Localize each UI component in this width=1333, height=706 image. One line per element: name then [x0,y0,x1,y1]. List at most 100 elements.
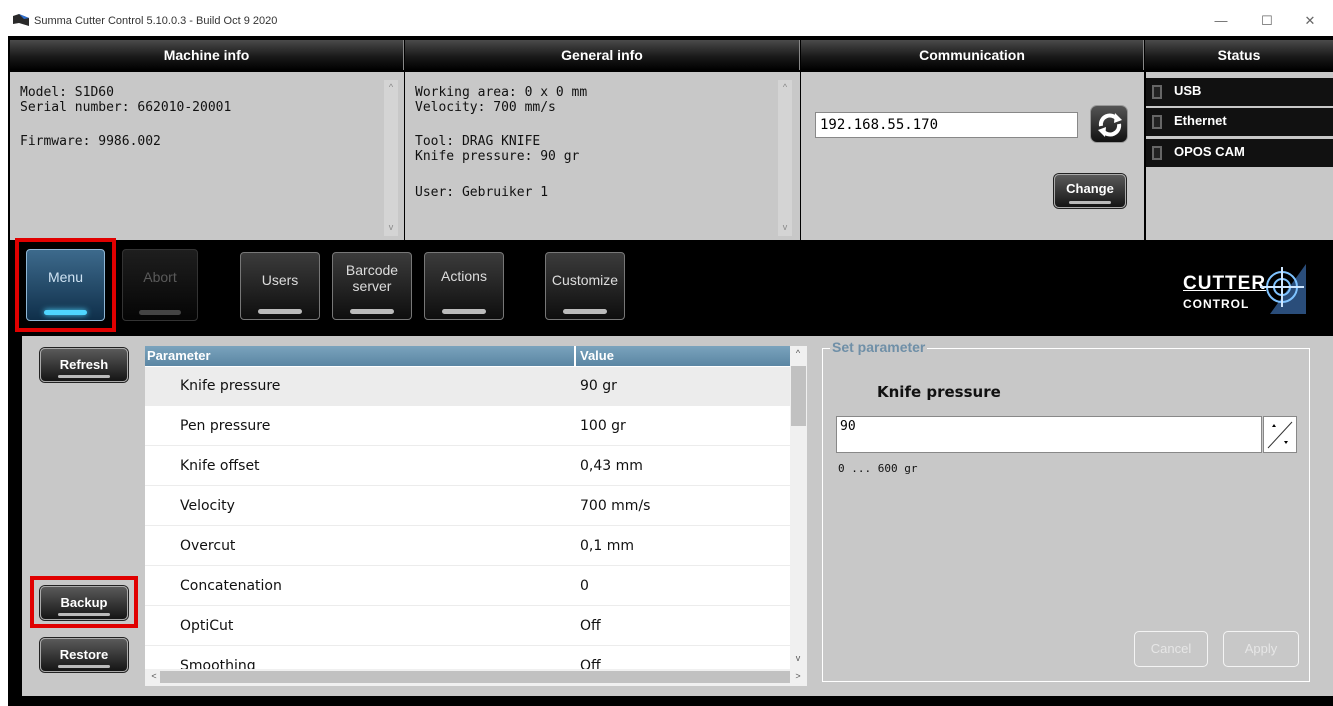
app-logo-icon [13,14,29,26]
status-usb: USB [1146,78,1333,106]
customize-label: Customize [551,272,619,288]
barcode-indicator [350,309,394,314]
barcode-server-button[interactable]: Barcode server [328,248,416,324]
scroll-up-icon[interactable]: ^ [384,82,398,92]
communication-panel [801,72,1144,240]
opos-cam-led-icon [1152,146,1162,160]
ip-address-input[interactable] [815,112,1078,138]
cancel-button[interactable]: Cancel [1134,631,1208,667]
actions-label: Actions [441,268,487,284]
table-row[interactable]: Pen pressure 100 gr [145,407,790,446]
scroll-up-icon[interactable]: ^ [791,348,805,358]
restore-button[interactable]: Restore [40,638,128,672]
users-indicator [258,309,302,314]
restore-button-label: Restore [59,647,109,662]
parameter-cell: OptiCut [180,618,234,634]
refresh-icon [1098,113,1122,137]
menu-indicator [43,310,88,315]
knife-pressure-info: Knife pressure: 90 gr [415,149,580,164]
value-cell: Off [580,618,601,634]
window-title: Summa Cutter Control 5.10.0.3 - Build Oc… [34,15,278,27]
machine-serial: Serial number: 662010-20001 [20,100,232,115]
scroll-up-icon[interactable]: ^ [778,82,792,92]
value-cell: 0 [580,578,589,594]
working-area: Working area: 0 x 0 mm [415,85,588,100]
toolbar [8,240,1333,336]
machine-firmware: Firmware: 9986.002 [20,134,161,149]
value-cell: Off [580,658,601,669]
usb-led-icon [1152,85,1162,99]
table-row[interactable]: Velocity 700 mm/s [145,487,790,526]
set-parameter-legend: Set parameter [830,339,928,355]
value-cell: 90 gr [580,378,617,394]
machine-model: Model: S1D60 [20,85,114,100]
backup-button-label: Backup [60,595,108,610]
status-ethernet-label: Ethernet [1174,113,1227,128]
parameter-cell: Pen pressure [180,418,271,434]
users-button[interactable]: Users [236,248,324,324]
table-hscroll-thumb[interactable] [160,671,790,683]
scroll-down-icon[interactable]: v [778,222,792,232]
status-usb-label: USB [1174,83,1202,98]
actions-button[interactable]: Actions [420,248,508,324]
change-button[interactable]: Change [1054,174,1126,208]
value-cell: 0,43 mm [580,458,643,474]
button-bar [58,375,110,378]
table-row[interactable]: Concatenation 0 [145,567,790,606]
minimize-button[interactable]: — [1198,8,1244,34]
parameter-cell: Knife pressure [180,378,281,394]
table-row[interactable]: Knife offset 0,43 mm [145,447,790,486]
close-button[interactable]: ✕ [1287,8,1333,34]
table-row[interactable]: Knife pressure 90 gr [145,367,790,406]
value-cell: 100 gr [580,418,626,434]
cancel-button-label: Cancel [1150,641,1192,656]
customize-button[interactable]: Customize [541,248,629,324]
scroll-left-icon[interactable]: < [147,671,161,681]
actions-indicator [442,309,486,314]
tool-info: Tool: DRAG KNIFE [415,134,541,149]
value-stepper[interactable] [1263,416,1297,453]
parameter-cell: Velocity [180,498,235,514]
barcode-label-line2: server [352,278,392,294]
abort-button[interactable]: Abort [118,245,202,325]
button-bar [58,665,110,668]
customize-indicator [563,309,607,314]
table-row[interactable]: OptiCut Off [145,607,790,646]
status-ethernet: Ethernet [1146,108,1333,136]
status-opos-cam: OPOS CAM [1146,139,1333,167]
parameter-value-input[interactable] [836,416,1262,453]
value-column-header[interactable]: Value [576,346,790,366]
parameter-cell: Knife offset [180,458,260,474]
parameter-cell: Overcut [180,538,236,554]
backup-button[interactable]: Backup [40,586,128,620]
communication-header: Communication [801,40,1144,70]
abort-indicator [139,310,181,315]
maximize-button[interactable]: ☐ [1244,8,1290,34]
button-bar [1069,201,1111,204]
apply-button[interactable]: Apply [1223,631,1299,667]
menu-button[interactable]: Menu [22,245,109,325]
machine-info-header: Machine info [10,40,404,70]
table-scroll-thumb[interactable] [791,366,806,426]
parameter-range: 0 ... 600 gr [838,462,918,475]
barcode-label-line1: Barcode [345,262,399,278]
users-label: Users [261,272,299,288]
table-row[interactable]: Smoothing Off [145,647,790,669]
parameter-cell: Smoothing [180,658,256,669]
ethernet-led-icon [1152,115,1162,129]
table-row[interactable]: Overcut 0,1 mm [145,527,790,566]
parameter-column-header[interactable]: Parameter [145,346,575,366]
scroll-down-icon[interactable]: v [791,653,805,663]
status-header: Status [1145,40,1333,70]
reconnect-button[interactable] [1090,105,1128,143]
status-opos-cam-label: OPOS CAM [1174,144,1245,159]
change-button-label: Change [1066,181,1114,196]
selected-parameter-name: Knife pressure [877,383,1001,401]
scroll-right-icon[interactable]: > [791,671,805,681]
general-info-header: General info [405,40,800,70]
scroll-down-icon[interactable]: v [384,222,398,232]
refresh-button[interactable]: Refresh [40,348,128,382]
machine-info-scrollbar[interactable] [384,80,398,236]
general-info-scrollbar[interactable] [778,80,792,236]
user-info: User: Gebruiker 1 [415,185,549,200]
